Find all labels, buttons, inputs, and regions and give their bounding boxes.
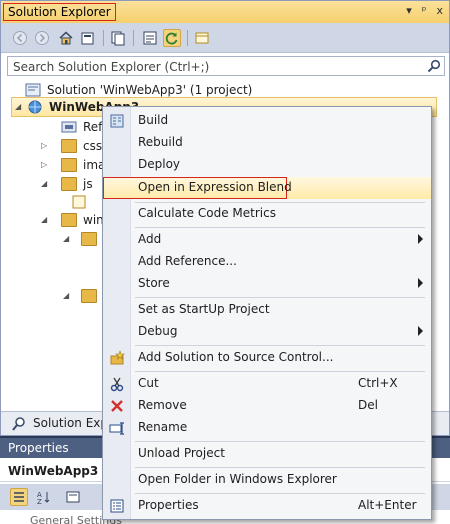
references-icon xyxy=(61,121,77,133)
menu-item-build[interactable]: Build xyxy=(103,110,431,132)
svg-text:Z: Z xyxy=(37,498,42,505)
menu-item-calculate-code-metrics[interactable]: Calculate Code Metrics xyxy=(103,203,431,225)
menu-item-store[interactable]: Store xyxy=(103,273,431,295)
menu-item-rename[interactable]: Rename xyxy=(103,417,431,439)
home-icon[interactable] xyxy=(57,29,75,47)
menu-label: Set as StartUp Project xyxy=(138,302,270,316)
tree-label-solution: Solution 'WinWebApp3' (1 project) xyxy=(47,83,253,97)
refresh-icon[interactable] xyxy=(163,29,181,47)
menu-item-open-in-expression-blend[interactable]: Open in Expression Blend xyxy=(103,177,431,199)
menu-label: Build xyxy=(138,113,169,127)
solution-explorer-title: Solution Explorer xyxy=(3,3,116,21)
forward-icon[interactable] xyxy=(33,29,51,47)
tree-label-winjs: win xyxy=(83,213,104,227)
menu-item-cut[interactable]: Cut Ctrl+X xyxy=(103,373,431,395)
menu-item-open-folder-in-windows-explorer[interactable]: Open Folder in Windows Explorer xyxy=(103,469,431,491)
menu-label: Unload Project xyxy=(138,446,225,460)
folder-icon xyxy=(81,232,97,246)
project-context-menu: Build Rebuild Deploy Open in Expression … xyxy=(102,106,432,520)
folder-icon xyxy=(81,289,97,303)
expanded-arrow-icon[interactable]: ◢ xyxy=(63,230,73,248)
build-icon xyxy=(110,114,124,128)
menu-shortcut: Alt+Enter xyxy=(358,498,417,512)
solution-explorer-titlebar: Solution Explorer ▾ ᵖ x xyxy=(1,1,449,23)
alphabetical-icon[interactable]: AZ xyxy=(34,488,52,506)
menu-item-add-reference[interactable]: Add Reference... xyxy=(103,251,431,273)
menu-label: Debug xyxy=(138,324,178,338)
menu-item-debug[interactable]: Debug xyxy=(103,321,431,343)
dropdown-icon[interactable]: ▾ xyxy=(406,4,412,17)
show-all-files-icon[interactable] xyxy=(109,29,127,47)
solution-explorer-toolbar xyxy=(1,23,449,53)
close-icon[interactable]: x xyxy=(436,4,443,17)
rename-icon xyxy=(109,422,124,435)
menu-shortcut: Ctrl+X xyxy=(358,376,398,390)
source-control-icon xyxy=(110,350,125,365)
menu-item-properties[interactable]: Properties Alt+Enter xyxy=(103,495,431,517)
menu-label: Remove xyxy=(138,398,187,412)
folder-icon xyxy=(61,158,77,172)
tree-label-references: Ref xyxy=(83,120,103,134)
submenu-arrow-icon xyxy=(418,278,423,288)
folder-icon xyxy=(61,139,77,153)
scissors-icon xyxy=(110,377,124,392)
menu-label: Deploy xyxy=(138,157,181,171)
js-file-icon xyxy=(72,195,86,209)
menu-label: Store xyxy=(138,276,170,290)
menu-shortcut: Del xyxy=(358,398,378,412)
search-input[interactable]: Search Solution Explorer (Ctrl+;) xyxy=(7,56,445,76)
menu-label: Open in Expression Blend xyxy=(138,180,292,194)
back-icon[interactable] xyxy=(11,29,29,47)
menu-item-add[interactable]: Add xyxy=(103,229,431,251)
menu-item-rebuild[interactable]: Rebuild xyxy=(103,132,431,154)
solution-icon xyxy=(25,83,41,97)
categorized-icon[interactable] xyxy=(10,488,28,506)
menu-label: Calculate Code Metrics xyxy=(138,206,276,220)
submenu-arrow-icon xyxy=(418,326,423,336)
tree-label-css: css xyxy=(83,139,103,153)
expanded-arrow-icon[interactable]: ◢ xyxy=(41,175,51,193)
menu-label: Add xyxy=(138,232,162,246)
search-placeholder: Search Solution Explorer (Ctrl+;) xyxy=(13,60,210,74)
menu-item-remove[interactable]: Remove Del xyxy=(103,395,431,417)
expanded-arrow-icon[interactable]: ◢ xyxy=(41,211,51,229)
view-class-diagram-icon[interactable] xyxy=(193,29,211,47)
pin-icon[interactable]: ᵖ xyxy=(422,4,427,17)
expanded-arrow-icon[interactable]: ◢ xyxy=(63,287,73,305)
property-pages-icon[interactable] xyxy=(64,488,82,506)
search-icon[interactable] xyxy=(427,59,441,73)
folder-icon xyxy=(61,213,77,227)
remove-x-icon xyxy=(111,400,123,412)
folder-icon xyxy=(61,177,77,191)
menu-item-add-solution-to-source-control[interactable]: Add Solution to Source Control... xyxy=(103,347,431,369)
menu-item-unload-project[interactable]: Unload Project xyxy=(103,443,431,465)
expanded-arrow-icon[interactable]: ◢ xyxy=(15,98,25,116)
menu-label: Open Folder in Windows Explorer xyxy=(138,472,337,486)
collapsed-arrow-icon[interactable]: ▷ xyxy=(41,156,51,174)
solution-explorer-tab-icon xyxy=(12,417,25,431)
menu-label: Properties xyxy=(138,498,199,512)
properties-icon xyxy=(110,499,124,513)
collapse-all-icon[interactable] xyxy=(79,29,97,47)
menu-item-set-as-startup-project[interactable]: Set as StartUp Project xyxy=(103,299,431,321)
menu-label: Add Reference... xyxy=(138,254,237,268)
collapsed-arrow-icon[interactable]: ▷ xyxy=(41,137,51,155)
titlebar-controls: ▾ ᵖ x xyxy=(406,4,443,17)
tree-label-js: js xyxy=(83,177,93,191)
menu-label: Rename xyxy=(138,420,188,434)
menu-item-deploy[interactable]: Deploy xyxy=(103,154,431,176)
submenu-arrow-icon xyxy=(418,234,423,244)
menu-label: Rebuild xyxy=(138,135,183,149)
properties-toolbar-icon[interactable] xyxy=(141,29,159,47)
menu-label: Cut xyxy=(138,376,159,390)
menu-label: Add Solution to Source Control... xyxy=(138,350,334,364)
project-icon xyxy=(28,100,42,114)
